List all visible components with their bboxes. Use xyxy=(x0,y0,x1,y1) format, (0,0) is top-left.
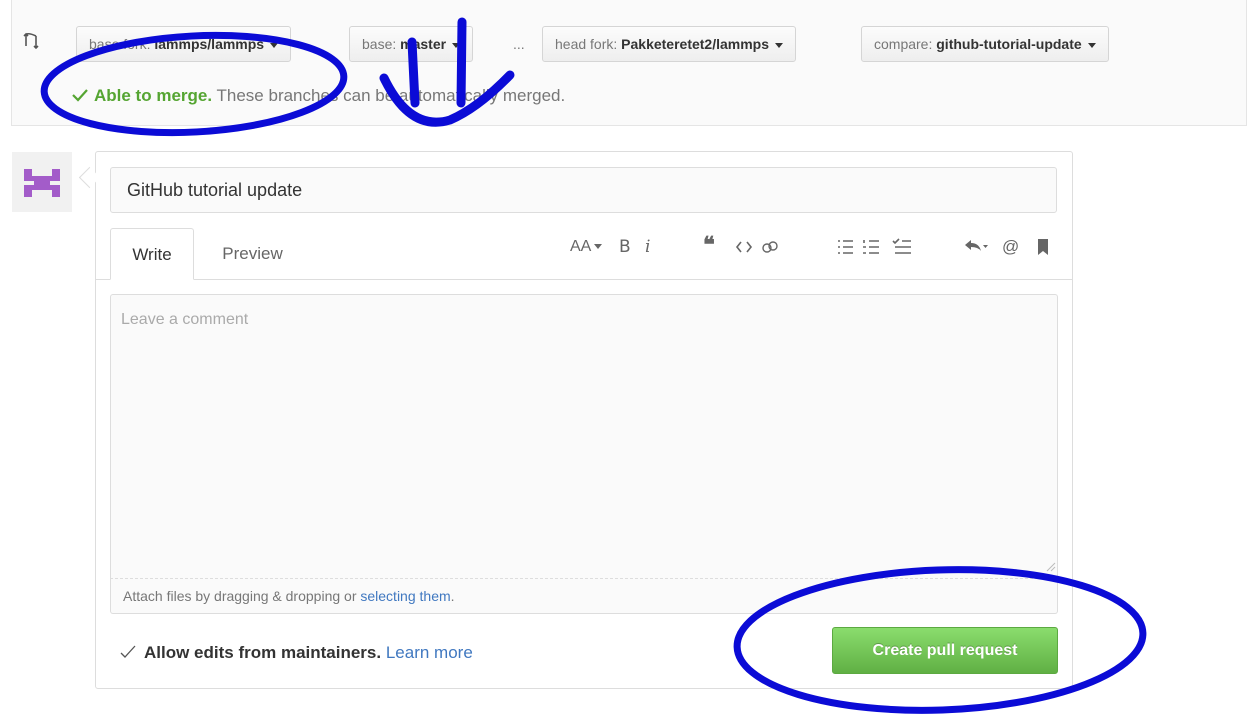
code-icon[interactable] xyxy=(735,236,753,258)
range-editor xyxy=(11,0,1247,126)
link-icon[interactable] xyxy=(760,236,780,258)
task-list-icon[interactable] xyxy=(892,236,912,258)
select-files-link[interactable]: selecting them xyxy=(360,588,450,604)
quote-button[interactable]: ❝ xyxy=(703,234,715,256)
base-branch-select[interactable]: base: master xyxy=(349,26,474,62)
header-text-icon: AA xyxy=(570,238,592,255)
resize-grip-icon[interactable] xyxy=(1044,560,1056,572)
mention-button[interactable]: @ xyxy=(1002,236,1019,258)
italic-icon: i xyxy=(645,237,651,257)
caret-down-icon xyxy=(1087,42,1096,48)
quote-icon: ❝ xyxy=(703,232,715,257)
learn-more-link[interactable]: Learn more xyxy=(386,643,473,662)
checkbox-check-icon[interactable] xyxy=(120,645,136,659)
avatar[interactable] xyxy=(12,152,72,212)
ordered-list-icon[interactable] xyxy=(862,236,880,258)
reply-icon[interactable] xyxy=(963,236,989,258)
header-text-button[interactable]: AA xyxy=(570,236,603,258)
bookmark-icon[interactable] xyxy=(1036,236,1050,258)
base-fork-select[interactable]: base fork: lammps/lammps xyxy=(76,26,292,62)
range-separator: ... xyxy=(513,36,525,52)
head-fork-select[interactable]: head fork: Pakketeretet2/lammps xyxy=(542,26,797,62)
merge-status: Able to merge. These branches can be aut… xyxy=(72,86,565,106)
merge-status-label: Able to merge. xyxy=(94,86,213,105)
title-input[interactable] xyxy=(110,167,1057,213)
compare-branch-select[interactable]: compare: github-tutorial-update xyxy=(861,26,1109,62)
caret-down-icon xyxy=(270,42,279,48)
merge-status-description: These branches can be automatically merg… xyxy=(216,86,566,105)
unordered-list-icon[interactable] xyxy=(836,236,854,258)
comment-textarea[interactable] xyxy=(110,294,1058,578)
italic-button[interactable]: i xyxy=(645,236,650,258)
caret-down-icon xyxy=(594,244,603,250)
create-pull-request-button[interactable]: Create pull request xyxy=(832,627,1058,674)
bold-button[interactable]: B xyxy=(619,236,631,258)
tab-preview[interactable]: Preview xyxy=(205,228,300,280)
caret-down-icon xyxy=(452,42,461,48)
git-compare-icon xyxy=(23,32,39,50)
tab-write[interactable]: Write xyxy=(110,228,194,280)
maintainers-label: Allow edits from maintainers. xyxy=(144,643,382,662)
check-icon xyxy=(72,89,88,102)
bold-icon: B xyxy=(619,237,631,257)
file-attach-bar[interactable]: Attach files by dragging & dropping or s… xyxy=(110,578,1058,614)
mention-icon: @ xyxy=(1002,237,1020,256)
allow-maintainer-edits[interactable]: Allow edits from maintainers. Learn more xyxy=(120,643,473,663)
caret-down-icon xyxy=(775,42,784,48)
